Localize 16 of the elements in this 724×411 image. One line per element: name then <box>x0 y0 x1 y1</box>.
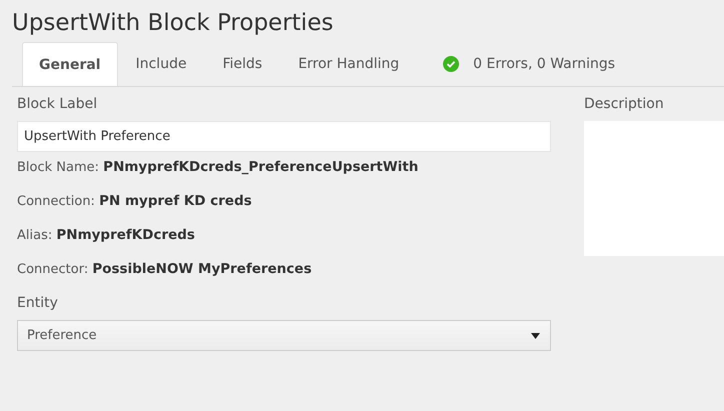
field-label: Description <box>584 96 665 114</box>
detail-text: Connector: PossibleNOW MyPreferences <box>17 261 313 279</box>
caret-icon <box>531 332 540 338</box>
input-field[interactable]: UpsertWith Preference <box>17 121 551 152</box>
entity-dropdown[interactable]: Preference <box>17 320 551 351</box>
tab[interactable]: Include <box>118 42 205 86</box>
tab[interactable]: General <box>22 42 118 86</box>
tab[interactable]: Fields <box>204 42 280 86</box>
field-label: Block Label <box>17 96 98 114</box>
page-title: UpsertWith Block Properties <box>11 9 334 38</box>
status-text: 0 Errors, 0 Warnings <box>473 56 616 72</box>
detail-text: Alias: PNmyprefKDcreds <box>17 227 196 245</box>
detail-text: Block Name: PNmyprefKDcreds_PreferenceUpsertWith <box>17 159 420 177</box>
tab[interactable]: Error Handling <box>280 42 418 86</box>
field-label: Entity <box>17 295 59 313</box>
detail-text: Connection: PN mypref KD creds <box>17 193 253 211</box>
